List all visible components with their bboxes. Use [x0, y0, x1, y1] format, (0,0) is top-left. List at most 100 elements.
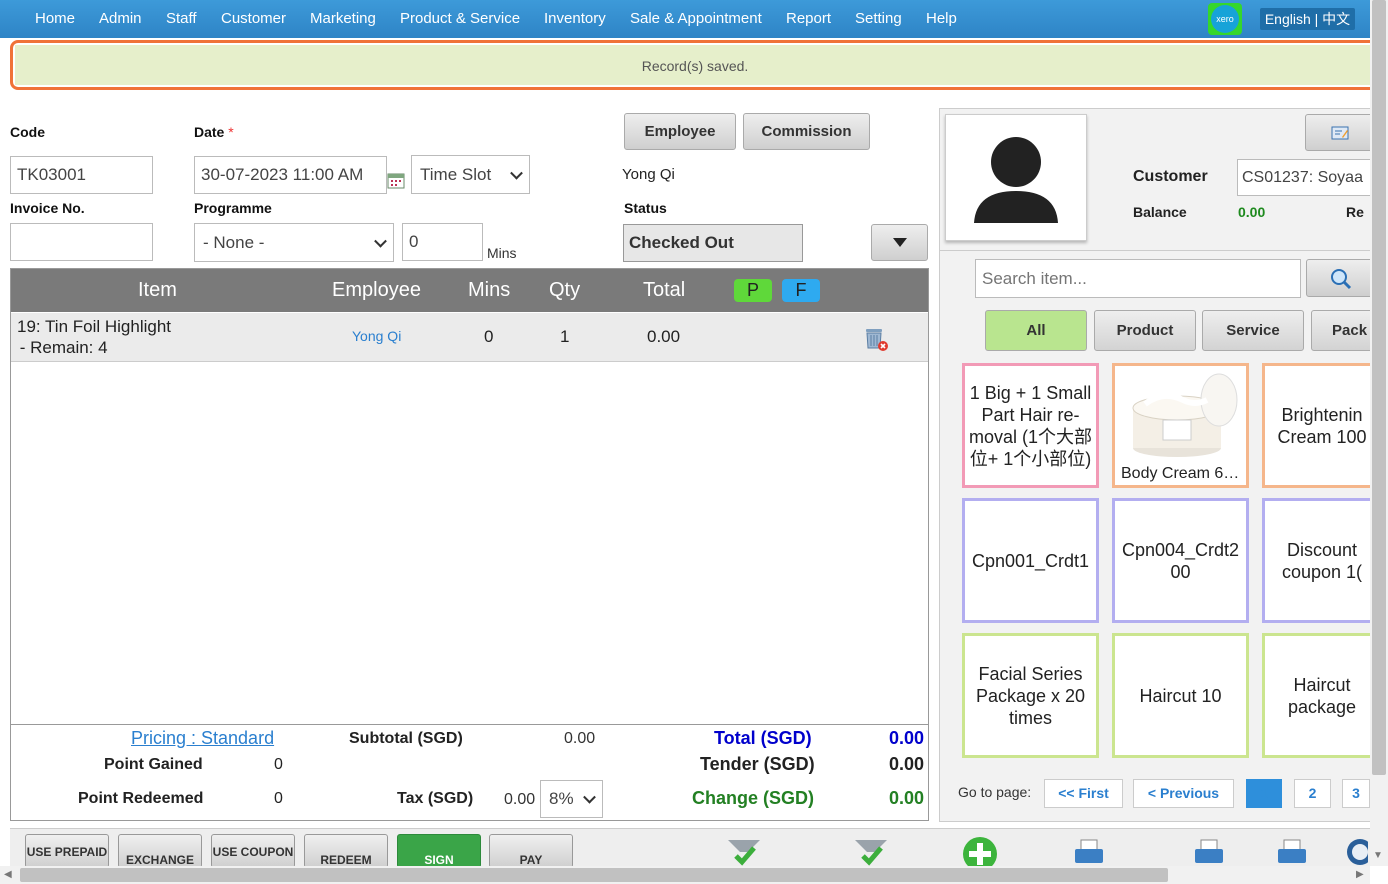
balance-label: Balance	[1133, 204, 1187, 220]
programme-value: - None -	[203, 233, 265, 252]
mins-label: Mins	[487, 245, 517, 261]
nav-report[interactable]: Report	[786, 0, 831, 38]
exchange-button[interactable]: EXCHANGE	[118, 834, 202, 868]
redeem-button[interactable]: REDEEM	[304, 834, 388, 868]
col-qty: Qty	[549, 279, 581, 301]
tray-check-icon[interactable]	[726, 834, 762, 866]
previous-page-button[interactable]: < Previous	[1133, 779, 1234, 808]
mins-field[interactable]: 0	[402, 223, 483, 261]
tile-label: Body Cream 6…	[1121, 465, 1240, 482]
tab-service[interactable]: Service	[1202, 310, 1304, 351]
use-prepaid-button[interactable]: USE PREPAID	[25, 834, 109, 868]
nav-staff[interactable]: Staff	[166, 0, 197, 38]
employee-button[interactable]: Employee	[624, 113, 736, 150]
status-field: Checked Out	[623, 224, 803, 262]
page-2-button[interactable]: 2	[1294, 779, 1331, 808]
globe-icon[interactable]	[1344, 836, 1368, 866]
sign-button[interactable]: SIGN	[397, 834, 481, 868]
col-item: Item	[138, 279, 177, 301]
nav-marketing[interactable]: Marketing	[310, 0, 376, 38]
tab-product[interactable]: Product	[1094, 310, 1196, 351]
table-row[interactable]: 19: Tin Foil Highlight - Remain: 4 Yong …	[11, 313, 928, 362]
invoice-label: Invoice No.	[10, 200, 85, 216]
search-button[interactable]	[1306, 259, 1376, 297]
p-pill-button[interactable]: P	[734, 279, 772, 302]
nav-admin[interactable]: Admin	[99, 0, 142, 38]
nav-setting[interactable]: Setting	[855, 0, 902, 38]
col-employee: Employee	[332, 279, 421, 301]
tab-all[interactable]: All	[985, 310, 1087, 351]
status-label: Status	[624, 200, 667, 216]
more-actions-dropdown[interactable]	[871, 224, 928, 261]
row-mins: 0	[484, 327, 494, 346]
print-icon[interactable]	[1275, 836, 1309, 866]
use-coupon-button[interactable]: USE COUPON	[211, 834, 295, 868]
scroll-left-arrow-icon[interactable]: ◀	[4, 869, 12, 880]
product-tile[interactable]: Facial Series Package x 20 times	[962, 633, 1099, 758]
scroll-right-arrow-icon[interactable]: ▶	[1356, 869, 1364, 880]
product-tile[interactable]: Haircut package	[1262, 633, 1382, 758]
date-field[interactable]: 30-07-2023 11:00 AM	[194, 156, 387, 194]
search-input[interactable]	[975, 259, 1301, 298]
commission-button[interactable]: Commission	[743, 113, 870, 150]
assigned-employee: Yong Qi	[622, 166, 675, 183]
code-label: Code	[10, 124, 45, 140]
print-icon[interactable]	[1072, 836, 1106, 866]
caret-down-icon	[892, 238, 907, 247]
pay-button[interactable]: PAY	[489, 834, 573, 868]
row-employee-link[interactable]: Yong Qi	[352, 328, 401, 344]
xero-logo-button[interactable]: xero	[1208, 3, 1242, 35]
page-1-button[interactable]: 1	[1246, 779, 1282, 808]
tax-rate-select[interactable]: 8%	[540, 780, 603, 818]
required-marker: *	[228, 124, 234, 140]
balance-value: 0.00	[1238, 204, 1266, 220]
programme-select[interactable]: - None -	[194, 223, 394, 262]
calendar-icon[interactable]	[387, 172, 405, 189]
print-icon[interactable]	[1192, 836, 1226, 866]
subtotal-label: Subtotal (SGD)	[349, 730, 463, 747]
point-redeemed-value: 0	[274, 790, 283, 807]
product-tile[interactable]: Body Cream 6…	[1112, 363, 1249, 488]
nav-home[interactable]: Home	[35, 0, 75, 38]
invoice-field[interactable]	[10, 223, 153, 261]
f-pill-button[interactable]: F	[782, 279, 820, 302]
tile-label: Haircut 10	[1139, 685, 1222, 706]
code-field[interactable]: TK03001	[10, 156, 153, 194]
point-gained-value: 0	[274, 756, 283, 773]
product-tile[interactable]: Cpn004_Crdt2 00	[1112, 498, 1249, 623]
language-switch[interactable]: English | 中文	[1260, 8, 1355, 30]
col-total: Total	[643, 279, 686, 301]
point-gained-label: Point Gained	[104, 756, 203, 773]
nav-help[interactable]: Help	[926, 0, 957, 38]
timeslot-select[interactable]: Time Slot	[411, 155, 530, 194]
product-tile[interactable]: 1 Big + 1 Small Part Hair re-moval (1个大部…	[962, 363, 1099, 488]
scroll-down-arrow-icon[interactable]: ▼	[1373, 850, 1383, 861]
col-mins: Mins	[468, 279, 511, 301]
customer-edit-button[interactable]	[1305, 114, 1375, 151]
horizontal-scroll-thumb[interactable]	[20, 868, 1168, 882]
product-tile[interactable]: Cpn001_Crdt1	[962, 498, 1099, 623]
add-icon[interactable]	[962, 836, 998, 866]
nav-product-service[interactable]: Product & Service	[400, 0, 520, 38]
customer-avatar[interactable]	[945, 114, 1087, 241]
page-3-button[interactable]: 3	[1342, 779, 1370, 808]
reward-label-partial: Re	[1346, 204, 1364, 220]
pricing-link[interactable]: Pricing : Standard	[131, 728, 274, 749]
change-label: Change (SGD)	[692, 788, 815, 808]
vertical-scroll-thumb[interactable]	[1372, 0, 1386, 775]
product-tile[interactable]: Discount coupon 1(	[1262, 498, 1382, 623]
tray-check-icon[interactable]	[853, 834, 889, 866]
chevron-down-icon	[374, 234, 387, 248]
nav-inventory[interactable]: Inventory	[544, 0, 606, 38]
delete-row-icon[interactable]	[863, 326, 889, 352]
tender-label: Tender (SGD)	[700, 754, 815, 774]
tile-label: Facial Series Package x 20 times	[975, 663, 1086, 728]
tile-label: Cpn004_Crdt2 00	[1121, 539, 1240, 582]
nav-customer[interactable]: Customer	[221, 0, 286, 38]
product-tile[interactable]: Brightenin Cream 100	[1262, 363, 1382, 488]
nav-sale-appointment[interactable]: Sale & Appointment	[630, 0, 762, 38]
product-tile[interactable]: Haircut 10	[1112, 633, 1249, 758]
customer-field[interactable]: CS01237: Soyaa	[1237, 159, 1377, 196]
success-banner: Record(s) saved.	[10, 40, 1380, 90]
first-page-button[interactable]: << First	[1044, 779, 1123, 808]
